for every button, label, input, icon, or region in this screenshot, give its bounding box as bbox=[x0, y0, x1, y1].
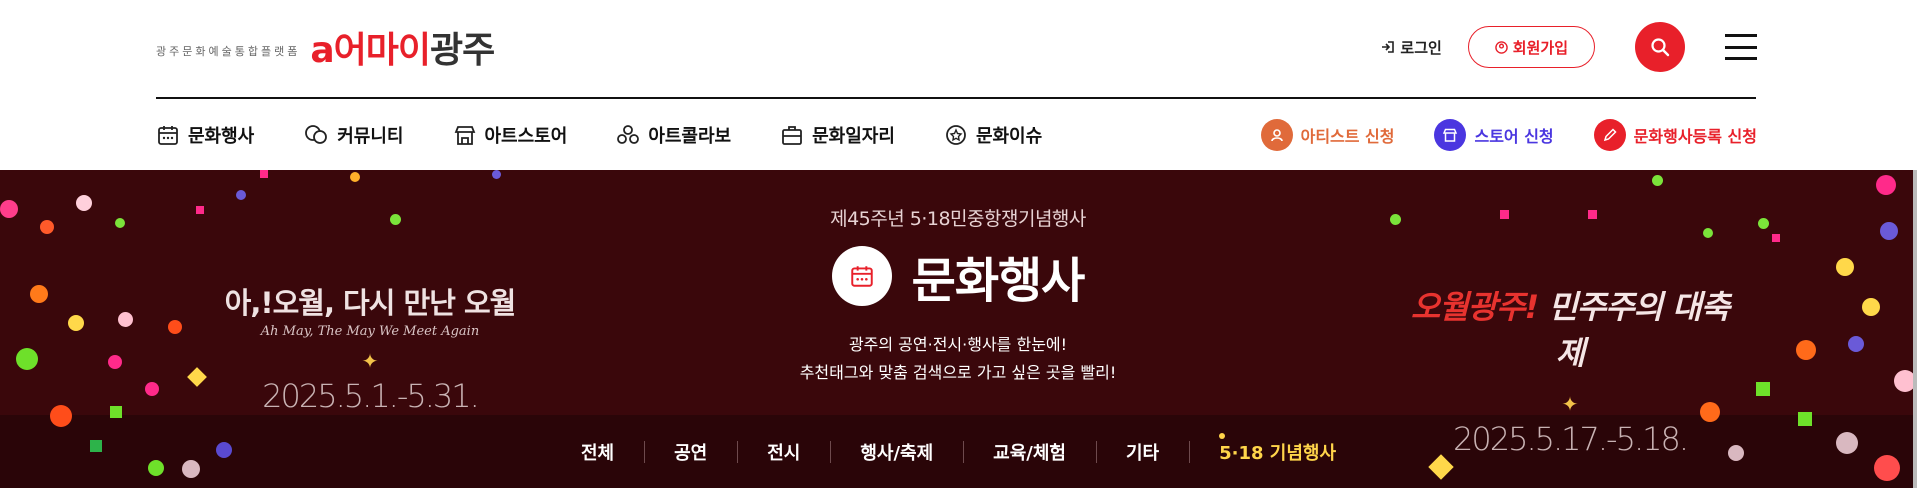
header-divider bbox=[156, 97, 1756, 99]
tab-education[interactable]: 교육/체험 bbox=[963, 439, 1096, 465]
search-button[interactable] bbox=[1635, 22, 1685, 72]
brand-tagline: 광주문화예술통합플랫폼 bbox=[156, 45, 301, 58]
artist-icon bbox=[1260, 119, 1293, 151]
logo-text-dark: 광주 bbox=[429, 30, 495, 71]
store-icon bbox=[454, 126, 475, 145]
hero-center: 제45주년 5·18민중항쟁기념행사 문화행사 광주의 공연·전시·행사를 한눈… bbox=[658, 170, 1258, 387]
calendar-icon bbox=[158, 126, 178, 145]
left-event-date: 2025.5.1.-5.31. bbox=[262, 377, 480, 415]
badge-icon bbox=[946, 125, 966, 145]
hero-desc-line-1: 광주의 공연·전시·행사를 한눈에! bbox=[848, 335, 1068, 354]
join-button[interactable]: 회원가입 bbox=[1467, 26, 1595, 68]
tab-etc[interactable]: 기타 bbox=[1095, 439, 1189, 465]
category-tabs: 전체 공연 전시 행사/축제 교육/체험 기타 5·18 기념행사 bbox=[0, 415, 1917, 488]
right-event-title-b: 민주주의 대축제 bbox=[1548, 288, 1730, 372]
nav-item-artstore[interactable]: 아트스토어 bbox=[453, 122, 568, 148]
scrollbar[interactable] bbox=[1913, 170, 1917, 488]
hamburger-menu-icon[interactable] bbox=[1725, 34, 1757, 60]
nav-item-community[interactable]: 커뮤니티 bbox=[303, 122, 404, 148]
main-nav: 문화행사 커뮤니티 아트스토어 아트콜라보 문화일자리 문화이슈 bbox=[156, 100, 1091, 170]
hero-description: 광주의 공연·전시·행사를 한눈에! 추천태그와 맞춤 검색으로 가고 싶은 곳… bbox=[658, 331, 1258, 387]
login-icon bbox=[1382, 41, 1395, 53]
nav-label: 커뮤니티 bbox=[337, 126, 404, 147]
tab-performance[interactable]: 공연 bbox=[644, 439, 737, 465]
search-icon bbox=[1651, 38, 1670, 57]
tab-518-label: 5·18 기념행사 bbox=[1219, 442, 1337, 464]
nav-item-events[interactable]: 문화행사 bbox=[156, 122, 254, 148]
right-event-title: 오월광주! 민주주의 대축제 bbox=[1410, 282, 1730, 374]
nav-item-jobs[interactable]: 문화일자리 bbox=[780, 122, 895, 148]
left-event-title: 아,!오월, 다시 만난 오월 bbox=[224, 286, 517, 320]
briefcase-icon bbox=[782, 126, 803, 145]
pencil-icon bbox=[1593, 119, 1626, 151]
nav-label: 아트스토어 bbox=[484, 126, 568, 147]
store-apply-icon bbox=[1434, 119, 1467, 151]
tab-518-events[interactable]: 5·18 기념행사 bbox=[1189, 432, 1366, 465]
nav-label: 문화행사 bbox=[188, 126, 255, 147]
utility-nav: 로그인 회원가입 bbox=[1381, 22, 1757, 72]
store-apply-link[interactable]: 스토어 신청 bbox=[1434, 119, 1554, 151]
sparkle-icon: ✦ bbox=[1561, 392, 1579, 416]
login-link[interactable]: 로그인 bbox=[1381, 37, 1442, 58]
nav-label: 아트콜라보 bbox=[648, 126, 732, 147]
right-event-title-a: 오월광주! bbox=[1410, 288, 1539, 326]
active-dot bbox=[1219, 432, 1226, 439]
hero-banner: 아,!오월, 다시 만난 오월 Ah May, The May We Meet … bbox=[0, 170, 1917, 488]
tab-festival[interactable]: 행사/축제 bbox=[830, 439, 963, 465]
logo-text-red: a어마이 bbox=[310, 30, 431, 71]
hero-title-row: 문화행사 bbox=[658, 241, 1258, 311]
chat-icon bbox=[305, 125, 328, 144]
tab-exhibition[interactable]: 전시 bbox=[737, 439, 830, 465]
apply-links: 아티스트 신청 스토어 신청 문화행사등록 신청 bbox=[1221, 100, 1757, 170]
left-event-promo[interactable]: 아,!오월, 다시 만난 오월 Ah May, The May We Meet … bbox=[220, 280, 520, 415]
login-label: 로그인 bbox=[1400, 38, 1442, 57]
artist-apply-link[interactable]: 아티스트 신청 bbox=[1260, 119, 1395, 151]
nav-item-issues[interactable]: 문화이슈 bbox=[944, 122, 1042, 148]
event-register-link[interactable]: 문화행사등록 신청 bbox=[1593, 119, 1757, 151]
collab-icon bbox=[617, 125, 640, 144]
tab-all[interactable]: 전체 bbox=[551, 439, 644, 465]
hero-title: 문화행사 bbox=[911, 253, 1086, 309]
sparkle-icon: ✦ bbox=[361, 349, 379, 373]
left-event-subtitle: Ah May, The May We Meet Again bbox=[260, 324, 480, 339]
site-logo[interactable]: a어마이 광주 bbox=[310, 21, 495, 73]
nav-item-artcollab[interactable]: 아트콜라보 bbox=[616, 122, 731, 148]
brand[interactable]: 광주문화예술통합플랫폼 a어마이 광주 bbox=[156, 21, 495, 73]
store-apply-label: 스토어 신청 bbox=[1474, 127, 1554, 146]
artist-apply-label: 아티스트 신청 bbox=[1300, 127, 1395, 146]
hero-kicker: 제45주년 5·18민중항쟁기념행사 bbox=[830, 208, 1086, 230]
event-register-label: 문화행사등록 신청 bbox=[1633, 127, 1757, 146]
nav-label: 문화이슈 bbox=[975, 126, 1043, 147]
site-header: 광주문화예술통합플랫폼 a어마이 광주 로그인 회원가입 문화행사 커뮤니티 아… bbox=[0, 0, 1917, 170]
hero-desc-line-2: 추천태그와 맞춤 검색으로 가고 싶은 곳을 빨리! bbox=[799, 363, 1117, 382]
calendar-icon bbox=[831, 246, 892, 306]
user-icon bbox=[1495, 40, 1508, 54]
nav-label: 문화일자리 bbox=[812, 126, 895, 147]
join-label: 회원가입 bbox=[1512, 38, 1568, 57]
